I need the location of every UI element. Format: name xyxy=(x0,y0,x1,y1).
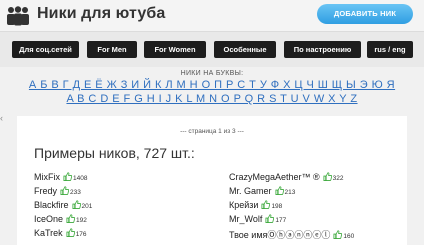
nick-name[interactable]: Mr_Wolf xyxy=(229,214,262,224)
category-special[interactable]: Особенные xyxy=(214,41,276,58)
nick-name[interactable]: IceOne xyxy=(34,214,63,224)
nick-item[interactable]: Твое имяⓄⓗⓐⓝⓝⓔⓛ 160 xyxy=(229,228,354,241)
like-count: 201 xyxy=(81,203,93,210)
nick-name[interactable]: Крейзи xyxy=(229,200,258,210)
like-count: 192 xyxy=(76,217,87,224)
nick-name[interactable]: Твое имяⓄⓗⓐⓝⓝⓔⓛ xyxy=(229,230,330,240)
thumbs-up-icon[interactable] xyxy=(72,200,81,209)
page-indicator: --- страница 1 из 3 --- xyxy=(180,128,244,135)
nick-item[interactable]: IceOne 192 xyxy=(34,214,87,224)
category-social-networks[interactable]: Для соц.сетей xyxy=(12,41,79,58)
nick-item[interactable]: Mr. Gamer 213 xyxy=(229,186,295,196)
category-for-women[interactable]: For Women xyxy=(144,41,206,58)
russian-letter-links[interactable]: А Б В Г Д Е Ё Ж З И Й К Л М Н О П Р С Т … xyxy=(0,79,424,91)
thumbs-up-icon[interactable] xyxy=(60,186,70,195)
like-count: 176 xyxy=(75,231,87,238)
nick-item[interactable]: CrazyMegaAether™ ® 322 xyxy=(229,172,344,182)
side-toggle[interactable]: ‹ xyxy=(0,113,5,128)
nick-item[interactable]: Mr_Wolf 177 xyxy=(229,214,286,224)
thumbs-up-icon[interactable] xyxy=(333,230,343,239)
thumbs-up-icon[interactable] xyxy=(261,200,271,209)
add-nick-button[interactable]: ДОБАВИТЬ НИК xyxy=(317,4,413,24)
nick-name[interactable]: MixFix xyxy=(34,172,60,182)
nick-item[interactable]: Крейзи 198 xyxy=(229,200,282,210)
category-by-mood[interactable]: По настроению xyxy=(284,41,361,58)
category-nav: Для соц.сетей For Men For Women Особенны… xyxy=(0,31,424,67)
alphabet-title: НИКИ НА БУКВЫ: xyxy=(180,70,244,77)
like-count: 198 xyxy=(271,203,283,210)
nick-item[interactable]: MixFix 1408 xyxy=(34,172,87,182)
thumbs-up-icon[interactable] xyxy=(265,214,275,223)
nick-name[interactable]: Fredy xyxy=(34,186,57,196)
thumbs-up-icon[interactable] xyxy=(66,228,75,237)
nick-list-panel: --- страница 1 из 3 --- Примеры ников, 7… xyxy=(17,116,407,245)
thumbs-up-icon[interactable] xyxy=(323,172,332,181)
nick-item[interactable]: Fredy 233 xyxy=(34,186,81,196)
nick-item[interactable]: KaTrek 176 xyxy=(34,228,87,238)
category-rus-eng[interactable]: rus / eng xyxy=(367,41,413,58)
like-count: 213 xyxy=(284,189,296,196)
people-icon[interactable] xyxy=(5,6,31,26)
nick-name[interactable]: KaTrek xyxy=(34,228,63,238)
like-count: 1408 xyxy=(73,175,88,182)
site-title[interactable]: Ники для ютуба xyxy=(37,5,165,23)
like-count: 233 xyxy=(70,189,81,196)
english-letter-links[interactable]: A B C D E F G H I J K L M N O P Q R S T … xyxy=(0,93,424,105)
nick-name[interactable]: Blackfire xyxy=(34,200,69,210)
nick-item[interactable]: Blackfire 201 xyxy=(34,200,92,210)
thumbs-up-icon[interactable] xyxy=(275,186,284,195)
nick-name[interactable]: CrazyMegaAether™ ® xyxy=(229,172,320,182)
nick-name[interactable]: Mr. Gamer xyxy=(229,186,272,196)
category-for-men[interactable]: For Men xyxy=(87,41,137,58)
site-header: Ники для ютуба ДОБАВИТЬ НИК xyxy=(0,0,424,31)
like-count: 322 xyxy=(332,175,344,182)
thumbs-up-icon[interactable] xyxy=(66,214,76,223)
like-count: 177 xyxy=(275,217,287,224)
page-heading: Примеры ников, 727 шт.: xyxy=(34,145,195,161)
like-count: 160 xyxy=(343,233,355,240)
alphabet-section: НИКИ НА БУКВЫ: А Б В Г Д Е Ё Ж З И Й К Л… xyxy=(0,67,424,116)
thumbs-up-icon[interactable] xyxy=(63,172,72,181)
